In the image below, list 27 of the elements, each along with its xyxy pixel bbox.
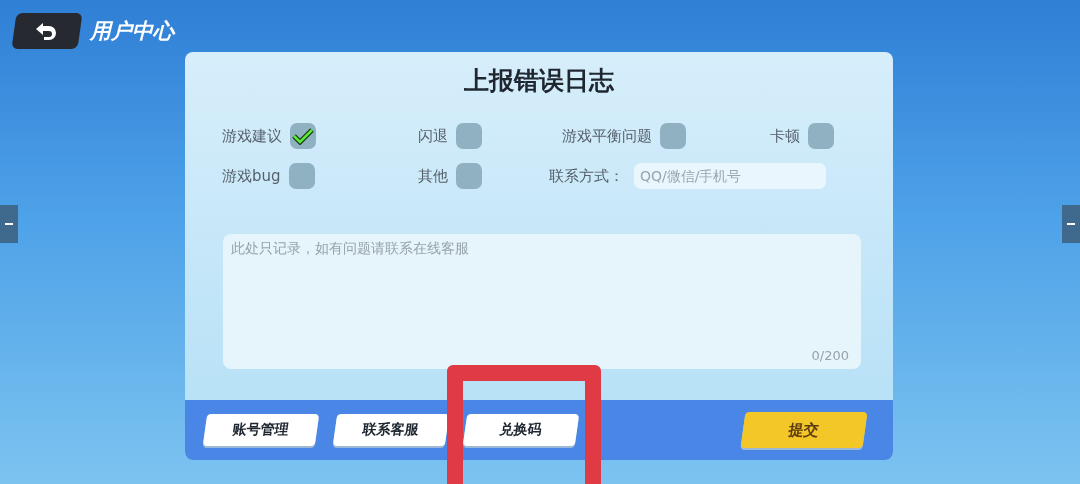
checkbox[interactable] <box>288 163 315 189</box>
checkbox[interactable] <box>456 163 482 189</box>
side-tab[interactable] <box>1062 205 1080 243</box>
option-label: 游戏bug <box>222 166 281 186</box>
checkbox[interactable] <box>808 123 834 149</box>
character-counter: 0/200 <box>811 348 849 363</box>
checkbox[interactable] <box>290 123 316 149</box>
checkbox[interactable] <box>456 123 482 149</box>
menu-button[interactable]: 账号管理 <box>202 414 320 446</box>
dash-icon <box>1067 223 1075 225</box>
side-tab[interactable] <box>0 205 18 243</box>
option-label: 游戏建议 <box>222 126 282 146</box>
dialog-title: 上报错误日志 <box>463 65 615 97</box>
option-label: 闪退 <box>418 126 448 146</box>
option-label: 卡顿 <box>770 126 800 146</box>
contact-field[interactable]: QQ/微信/手机号 <box>634 163 826 189</box>
back-button[interactable] <box>11 13 83 49</box>
checkbox[interactable] <box>660 123 686 149</box>
option-label: 其他 <box>418 166 448 186</box>
submit-button[interactable]: 提交 <box>740 412 868 448</box>
contact-label: 联系方式： <box>549 166 624 186</box>
check-icon <box>292 127 314 145</box>
option-label: 游戏平衡问题 <box>562 126 652 146</box>
menu-button[interactable]: 兑换码 <box>462 414 580 446</box>
menu-button[interactable]: 联系客服 <box>332 414 450 446</box>
page-title: 用户中心 <box>90 18 174 45</box>
dash-icon <box>5 223 13 225</box>
